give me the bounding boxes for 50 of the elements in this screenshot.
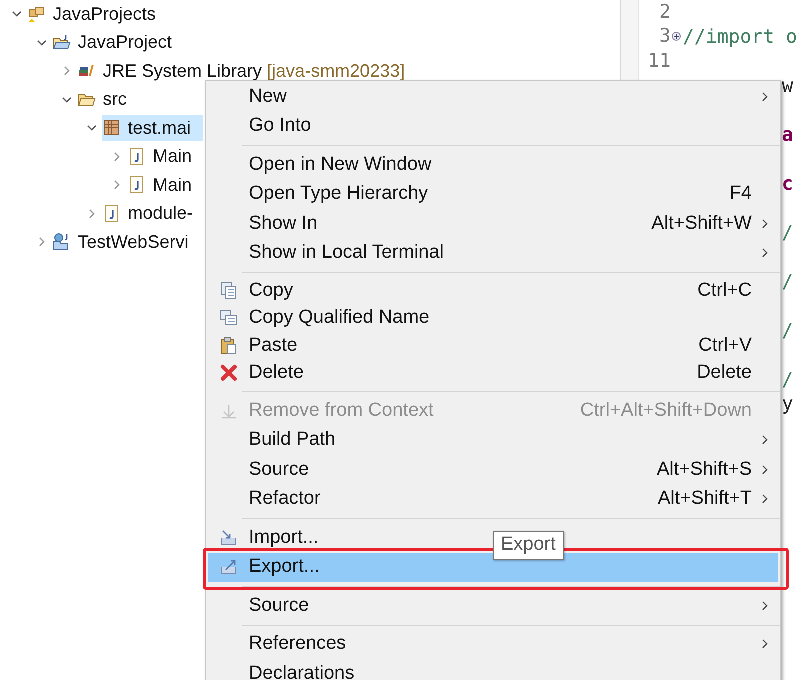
code-text: a <box>782 122 794 148</box>
line-number: 3 <box>660 27 671 46</box>
menu-item-label: Copy Qualified Name <box>249 306 430 330</box>
menu-item-label: Refactor <box>249 487 321 511</box>
menu-item-label: Source <box>249 458 310 482</box>
shortcut-label: F4 <box>730 182 752 206</box>
menu-item-label: Build Path <box>249 428 336 452</box>
menu-item-label: Go Into <box>249 114 312 138</box>
shortcut-label: Alt+Shift+T <box>658 487 752 511</box>
line-number: 11 <box>648 52 671 71</box>
code-text: / <box>782 318 794 344</box>
menu-item-label: Export... <box>249 555 320 579</box>
shortcut-label: Delete <box>697 361 752 385</box>
code-text: c <box>782 172 794 196</box>
menu-item-label: Open Type Hierarchy <box>249 182 428 206</box>
menu-item-label: Show in Local Terminal <box>249 241 444 265</box>
menu-item-label: New <box>249 84 288 108</box>
shortcut-label: Alt+Shift+S <box>656 458 752 482</box>
tree-item-label: Main <box>153 174 192 197</box>
shortcut-label: Ctrl+Alt+Shift+Down <box>580 398 752 422</box>
tree-item-label: module- <box>128 202 194 226</box>
code-text: / <box>782 220 794 246</box>
tree-item-label: JavaProject <box>78 31 172 54</box>
shortcut-label: Ctrl+C <box>698 278 752 302</box>
tree-item-label: src <box>103 88 127 112</box>
tooltip: Export <box>493 531 564 560</box>
shortcut-label: Alt+Shift+W <box>652 212 752 236</box>
tree-item-label: TestWebServi <box>78 230 189 254</box>
tree-item-label: test.mai <box>128 116 192 140</box>
menu-item-label: Remove from Context <box>249 398 434 422</box>
tree-item-decoration: [java-smm20233] <box>267 60 406 83</box>
menu-item-label: Delete <box>249 361 304 385</box>
code-text: / <box>782 270 794 294</box>
menu-item-label: Import... <box>249 526 319 550</box>
code-text: w <box>782 74 794 98</box>
menu-item-label: Show In <box>249 212 318 236</box>
tree-item-label: JRE System Library <box>103 60 262 83</box>
line-number: 2 <box>660 2 671 22</box>
code-text: y <box>782 392 794 417</box>
tree-item-label: JavaProjects <box>53 2 156 26</box>
tree-item-label: Main <box>153 145 192 168</box>
menu-item-label: Declarations <box>249 662 355 680</box>
menu-item-label: Open in New Window <box>249 152 432 176</box>
menu-item-label: Paste <box>249 334 298 358</box>
menu-item-label: Copy <box>249 278 294 302</box>
code-comment: //import o <box>683 24 798 50</box>
code-text: / <box>782 368 794 392</box>
menu-item-label: Source <box>249 594 310 618</box>
menu-item-label: References <box>249 632 346 656</box>
shortcut-label: Ctrl+V <box>698 334 752 358</box>
